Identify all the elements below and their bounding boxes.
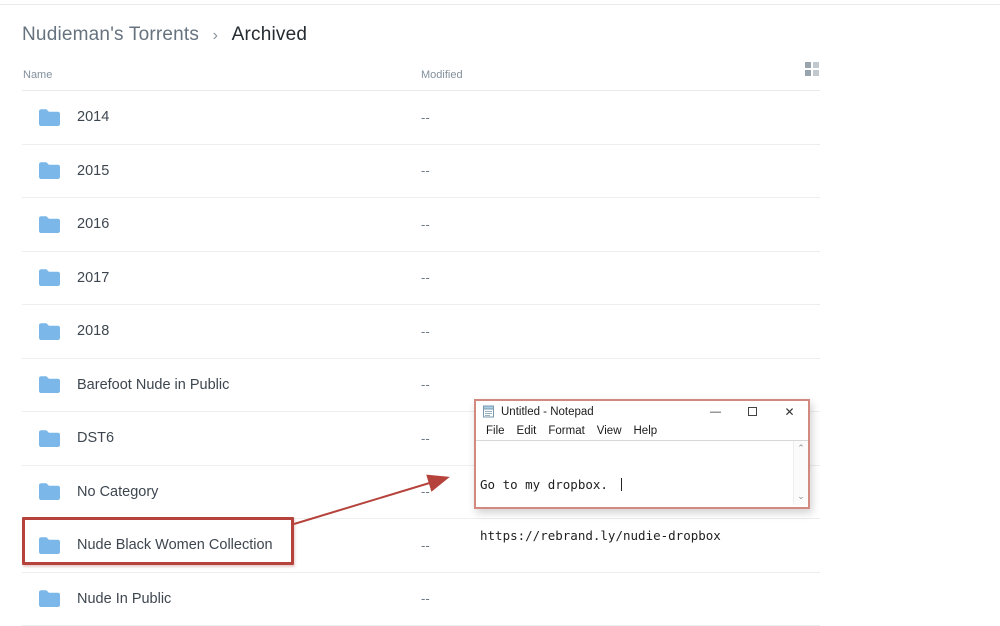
folder-modified: -- bbox=[421, 163, 430, 178]
scroll-up-icon[interactable]: ⌃ bbox=[797, 441, 805, 457]
folder-name: No Category bbox=[77, 484, 158, 500]
folder-modified: -- bbox=[421, 538, 430, 553]
notepad-menubar: File Edit Format View Help bbox=[476, 422, 808, 440]
folder-name: 2014 bbox=[77, 109, 109, 125]
folder-row[interactable]: 2016 -- bbox=[22, 198, 820, 252]
page-top-divider bbox=[0, 4, 1000, 5]
folder-modified: -- bbox=[421, 110, 430, 125]
folder-row[interactable]: 2015 -- bbox=[22, 145, 820, 199]
folder-row[interactable]: 2014 -- bbox=[22, 91, 820, 145]
folder-name: 2016 bbox=[77, 216, 109, 232]
close-icon[interactable]: ✕ bbox=[771, 401, 808, 422]
folder-icon bbox=[38, 429, 61, 448]
column-header-name: Name bbox=[23, 69, 52, 81]
column-header-modified: Modified bbox=[421, 69, 463, 81]
minimize-icon[interactable]: — bbox=[697, 401, 734, 422]
page: Nudieman's Torrents › Archived Name Modi… bbox=[0, 0, 1000, 626]
folder-row[interactable]: 2018 -- bbox=[22, 305, 820, 359]
notepad-text-line: Go to my dropbox. bbox=[480, 476, 790, 493]
folder-icon bbox=[38, 215, 61, 234]
notepad-text-area[interactable]: Go to my dropbox. https://rebrand.ly/nud… bbox=[476, 440, 808, 505]
folder-icon bbox=[38, 108, 61, 127]
folder-name: 2017 bbox=[77, 270, 109, 286]
folder-icon bbox=[38, 322, 61, 341]
folder-modified: -- bbox=[421, 324, 430, 339]
folder-icon bbox=[38, 268, 61, 287]
folder-modified: -- bbox=[421, 217, 430, 232]
list-header: Name Modified bbox=[22, 60, 820, 91]
notepad-window: Untitled - Notepad — ✕ File Edit Format … bbox=[474, 399, 810, 509]
folder-icon bbox=[38, 536, 61, 555]
folder-modified: -- bbox=[421, 431, 430, 446]
folder-row[interactable]: 2017 -- bbox=[22, 252, 820, 306]
folder-modified: -- bbox=[421, 270, 430, 285]
maximize-icon[interactable] bbox=[734, 401, 771, 422]
menu-view[interactable]: View bbox=[591, 425, 628, 437]
folder-icon bbox=[38, 482, 61, 501]
menu-edit[interactable]: Edit bbox=[511, 425, 543, 437]
folder-name: DST6 bbox=[77, 430, 114, 446]
breadcrumb-current: Archived bbox=[232, 24, 308, 45]
folder-modified: -- bbox=[421, 377, 430, 392]
folder-modified: -- bbox=[421, 591, 430, 606]
breadcrumb-parent-link[interactable]: Nudieman's Torrents bbox=[22, 24, 199, 45]
folder-icon bbox=[38, 375, 61, 394]
menu-help[interactable]: Help bbox=[628, 425, 664, 437]
grid-view-icon[interactable] bbox=[805, 62, 819, 76]
notepad-text-line: https://rebrand.ly/nudie-dropbox bbox=[480, 527, 790, 544]
folder-name: Nude In Public bbox=[77, 591, 171, 607]
notepad-window-controls: — ✕ bbox=[697, 401, 808, 422]
notepad-titlebar[interactable]: Untitled - Notepad — ✕ bbox=[476, 401, 808, 422]
breadcrumb-separator-icon: › bbox=[213, 27, 219, 44]
folder-name: Barefoot Nude in Public bbox=[77, 377, 229, 393]
folder-name: 2015 bbox=[77, 163, 109, 179]
folder-name: 2018 bbox=[77, 323, 109, 339]
scroll-down-icon[interactable]: ⌄ bbox=[797, 489, 805, 505]
notepad-window-title: Untitled - Notepad bbox=[501, 406, 697, 418]
menu-format[interactable]: Format bbox=[542, 425, 590, 437]
folder-icon bbox=[38, 589, 61, 608]
folder-name: Nude Black Women Collection bbox=[77, 537, 273, 553]
notepad-app-icon bbox=[482, 405, 495, 418]
menu-file[interactable]: File bbox=[480, 425, 511, 437]
text-cursor bbox=[621, 478, 622, 491]
breadcrumb: Nudieman's Torrents › Archived bbox=[22, 24, 307, 46]
folder-icon bbox=[38, 161, 61, 180]
folder-modified: -- bbox=[421, 484, 430, 499]
notepad-scrollbar[interactable]: ⌃ ⌄ bbox=[793, 441, 808, 505]
